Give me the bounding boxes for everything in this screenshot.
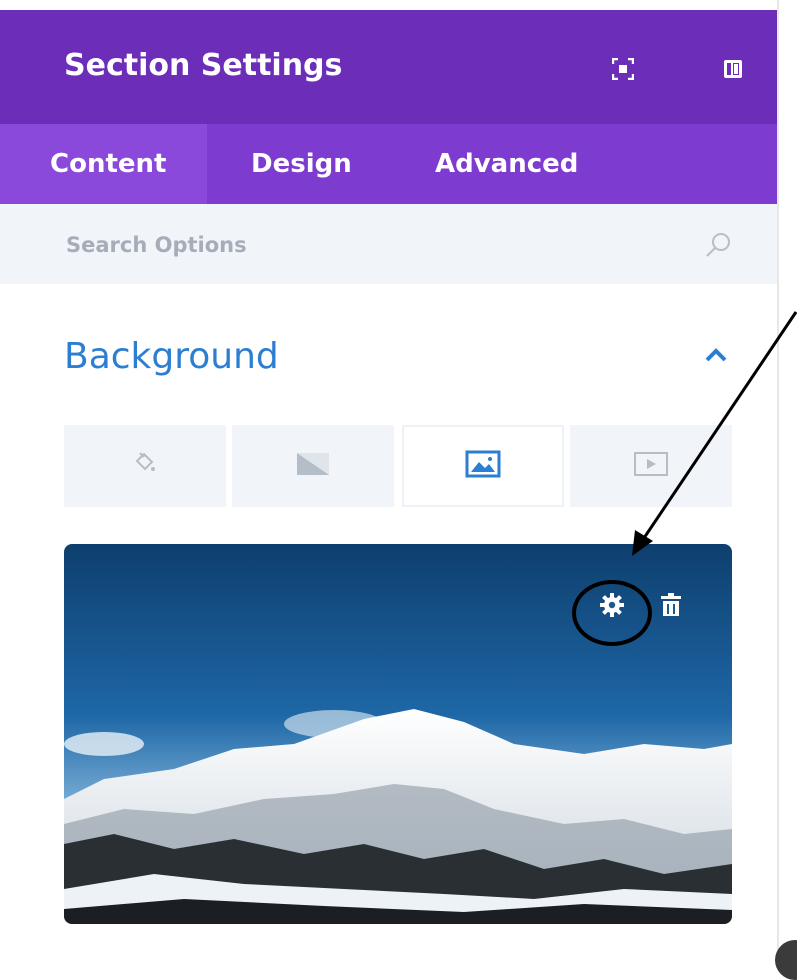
expand-icon[interactable]: [612, 58, 634, 80]
tab-design-label: Design: [251, 149, 352, 179]
panel-scrollbar-edge: [777, 0, 797, 962]
bg-color-tab[interactable]: [64, 425, 226, 507]
background-type-tabs: [64, 425, 732, 507]
paint-bucket-icon: [131, 451, 159, 481]
sidebar-layout-icon[interactable]: [722, 58, 744, 80]
tab-design[interactable]: Design: [207, 124, 387, 204]
settings-panel: Section Settings Content Design Advanced: [0, 0, 777, 962]
video-icon: [633, 451, 669, 481]
search-bar: [0, 204, 777, 284]
tab-advanced-label: Advanced: [435, 149, 579, 179]
panel-title: Section Settings: [64, 48, 343, 83]
bg-image-tab[interactable]: [402, 425, 564, 507]
panel-header: Section Settings: [0, 10, 777, 124]
search-input[interactable]: [64, 224, 668, 266]
annotation-circle: [572, 580, 652, 646]
tab-bar: Content Design Advanced: [0, 124, 777, 204]
search-icon[interactable]: [703, 230, 733, 264]
bg-video-tab[interactable]: [570, 425, 732, 507]
image-icon: [465, 450, 501, 482]
chevron-up-icon[interactable]: [703, 345, 729, 369]
trash-icon[interactable]: [657, 590, 685, 620]
gradient-icon: [295, 451, 331, 481]
tab-content[interactable]: Content: [0, 124, 207, 204]
tab-advanced[interactable]: Advanced: [387, 124, 617, 204]
section-title[interactable]: Background: [64, 336, 279, 377]
bg-gradient-tab[interactable]: [232, 425, 394, 507]
tab-content-label: Content: [50, 149, 167, 179]
